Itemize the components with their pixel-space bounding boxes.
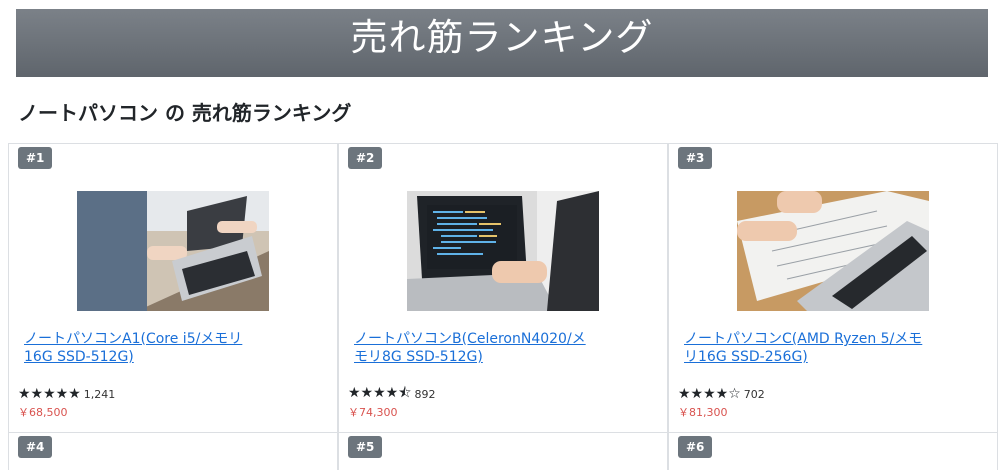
rank-badge: #2 — [348, 147, 383, 169]
product-card: #5 — [338, 432, 668, 470]
price: ￥81,300 — [678, 406, 728, 419]
product-link[interactable]: ノートパソコンC(AMD Ryzen 5/メモリ16G SSD-256G) — [684, 330, 924, 366]
rating-row: ★★★★☆ 702 — [678, 386, 765, 402]
page-banner: 売れ筋ランキング — [16, 9, 988, 77]
product-card: #1 ノートパソコンA1(Core i5/メモリ16G SSD-512G) ★★… — [8, 143, 338, 433]
rank-badge: #6 — [678, 436, 713, 458]
rating-row: ★★★★★ 1,241 — [18, 386, 115, 402]
review-count: 892 — [414, 387, 436, 401]
product-link[interactable]: ノートパソコンB(CeleronN4020/メモリ8G SSD-512G) — [354, 330, 594, 366]
star-rating: ★★★★★ — [18, 386, 81, 402]
star-rating: ★★★★☆ — [678, 386, 741, 402]
product-card: #4 — [8, 432, 338, 470]
product-image[interactable] — [407, 191, 599, 311]
product-card: #2 ノートパソコンB(CeleronN4020/メモリ8G SSD-512G)… — [338, 143, 668, 433]
star-rating: ★★★★⯪ — [348, 385, 412, 401]
product-card: #6 — [668, 432, 998, 470]
rating-row: ★★★★⯪ 892 — [348, 385, 436, 402]
review-count: 1,241 — [83, 387, 116, 401]
product-image[interactable] — [77, 191, 269, 311]
product-link[interactable]: ノートパソコンA1(Core i5/メモリ16G SSD-512G) — [24, 330, 264, 366]
rank-badge: #5 — [348, 436, 383, 458]
rank-badge: #1 — [18, 147, 53, 169]
price: ￥68,500 — [18, 406, 68, 419]
banner-title: 売れ筋ランキング — [350, 16, 654, 59]
product-image[interactable] — [737, 191, 929, 311]
price: ￥74,300 — [348, 406, 398, 419]
review-count: 702 — [743, 387, 765, 401]
product-card: #3 ノートパソコンC(AMD Ryzen 5/メモリ16G SSD-256G)… — [668, 143, 998, 433]
section-title: ノートパソコン の 売れ筋ランキング — [18, 101, 352, 125]
rank-badge: #3 — [678, 147, 713, 169]
rank-badge: #4 — [18, 436, 53, 458]
